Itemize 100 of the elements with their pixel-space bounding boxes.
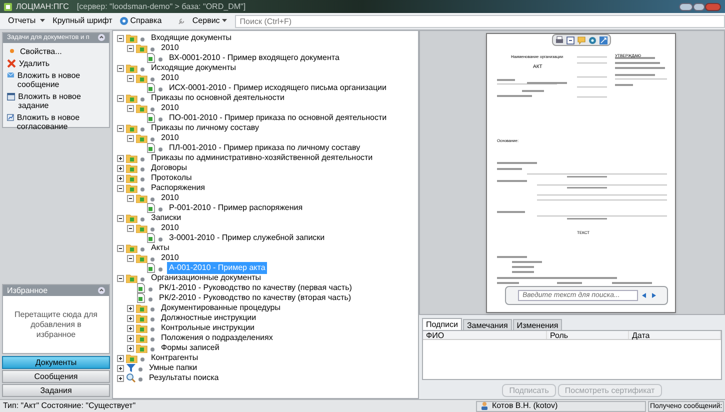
- print-icon[interactable]: [555, 36, 564, 44]
- document-icon: [146, 113, 156, 123]
- expand-icon[interactable]: [599, 36, 608, 44]
- expander-icon[interactable]: [116, 274, 124, 282]
- tree-item[interactable]: Положения о подразделениях: [159, 332, 275, 344]
- tree-item[interactable]: Исходящие документы: [149, 62, 238, 74]
- maximize-button[interactable]: [693, 2, 705, 10]
- expander-icon[interactable]: [116, 124, 124, 132]
- navigation-button[interactable]: Сообщения: [2, 370, 110, 383]
- tree-item[interactable]: Приказы по административно-хозяйственной деятельности: [149, 152, 375, 164]
- task-link[interactable]: Вложить в новое задание: [18, 92, 105, 110]
- folder-icon: [126, 274, 138, 282]
- folder-icon: [136, 254, 148, 262]
- expander-icon[interactable]: [116, 364, 124, 372]
- tree-item[interactable]: Распоряжения: [149, 182, 208, 194]
- expander-icon[interactable]: [116, 64, 124, 72]
- expander-icon[interactable]: [126, 254, 134, 262]
- tree-item[interactable]: 2010: [159, 102, 181, 114]
- magnifier-icon: [126, 373, 136, 383]
- tree-item[interactable]: Организационные документы: [149, 272, 264, 284]
- collapse-icon[interactable]: [98, 287, 105, 294]
- expander-icon[interactable]: [116, 374, 124, 382]
- tree-item[interactable]: ВХ-0001-2010 - Пример входящего документа: [167, 52, 342, 64]
- expander-icon[interactable]: [126, 224, 134, 232]
- tree-item[interactable]: Р-001-2010 - Пример распоряжения: [167, 202, 305, 214]
- expander-icon[interactable]: [126, 324, 134, 332]
- tree-item[interactable]: Контрагенты: [149, 352, 200, 364]
- folder-icon: [136, 314, 148, 322]
- expander-icon[interactable]: [126, 314, 134, 322]
- tree-item[interactable]: Акты: [149, 242, 172, 254]
- task-link[interactable]: Вложить в новое согласование: [16, 112, 105, 131]
- previous-icon[interactable]: [642, 293, 646, 298]
- search-field[interactable]: Поиск (Ctrl+F): [234, 14, 725, 28]
- tree-item[interactable]: Документированные процедуры: [159, 302, 282, 314]
- tab[interactable]: Изменения: [512, 319, 562, 330]
- tree-item[interactable]: З-0001-2010 - Пример служебной записки: [167, 232, 327, 244]
- tree-item[interactable]: Контрольные инструкции: [159, 322, 257, 334]
- expander-icon[interactable]: [126, 344, 134, 352]
- tree-item[interactable]: Формы записей: [159, 342, 222, 354]
- expander-icon[interactable]: [126, 104, 134, 112]
- expander-icon[interactable]: [116, 214, 124, 222]
- tree-item[interactable]: Умные папки: [147, 362, 200, 374]
- expander-icon[interactable]: [126, 194, 134, 202]
- expander-icon[interactable]: [126, 44, 134, 52]
- tree-item[interactable]: ИСХ-0001-2010 - Пример исходящего письма организации: [167, 82, 388, 94]
- expander-icon[interactable]: [116, 94, 124, 102]
- tree-item[interactable]: РК/2-2010 - Руководство по качеству (вторая часть): [157, 292, 354, 304]
- tree-item[interactable]: 2010: [159, 132, 181, 144]
- tree-item[interactable]: 2010: [159, 252, 181, 264]
- tree-item[interactable]: 2010: [159, 72, 181, 84]
- next-icon[interactable]: [650, 293, 656, 298]
- expander-icon[interactable]: [116, 34, 124, 42]
- folder-icon: [136, 324, 148, 332]
- tree-item[interactable]: Протоколы: [149, 172, 194, 184]
- expander-icon[interactable]: [116, 164, 124, 172]
- column-header[interactable]: Роль: [547, 331, 629, 339]
- task-link[interactable]: Удалить: [19, 58, 50, 68]
- column-header[interactable]: Дата: [629, 331, 721, 339]
- tab[interactable]: Подписи: [422, 318, 462, 330]
- tree-item[interactable]: Должностные инструкции: [159, 312, 258, 324]
- folder-icon: [136, 194, 148, 202]
- expander-icon[interactable]: [126, 74, 134, 82]
- envelope-icon: [7, 70, 14, 79]
- expander-icon[interactable]: [126, 334, 134, 342]
- tree-item[interactable]: 2010: [159, 192, 181, 204]
- expander-icon[interactable]: [116, 174, 124, 182]
- expander-icon[interactable]: [116, 244, 124, 252]
- tree-item[interactable]: 2010: [159, 222, 181, 234]
- tree-item[interactable]: 2010: [159, 42, 181, 54]
- expander-icon[interactable]: [126, 304, 134, 312]
- menu-item[interactable]: Справка: [120, 15, 162, 27]
- task-link[interactable]: Свойства...: [20, 46, 62, 56]
- navigation-button[interactable]: Задания: [2, 384, 110, 397]
- folder-icon: [126, 64, 138, 72]
- expander-icon[interactable]: [116, 354, 124, 362]
- tree-item[interactable]: Записки: [149, 212, 184, 224]
- tree-item[interactable]: Договоры: [149, 162, 189, 174]
- tree-item[interactable]: ПЛ-001-2010 - Пример приказа по личному составу: [167, 142, 362, 154]
- navigation-button[interactable]: Документы: [2, 356, 110, 369]
- expander-icon[interactable]: [116, 184, 124, 192]
- page-icon[interactable]: [566, 36, 575, 44]
- task-link[interactable]: Вложить в новое сообщение: [17, 70, 105, 89]
- minimize-button[interactable]: [679, 2, 693, 10]
- tree-item[interactable]: Приказы по личному составу: [149, 122, 261, 134]
- service-menu[interactable]: Сервис: [192, 15, 227, 27]
- tree-item[interactable]: РК/1-2010 - Руководство по качеству (первая часть): [157, 282, 354, 294]
- tree-item[interactable]: Результаты поиска: [147, 372, 221, 384]
- tab[interactable]: Замечания: [462, 319, 512, 330]
- document-icon: [146, 143, 156, 153]
- tree-item[interactable]: Приказы по основной деятельности: [149, 92, 287, 104]
- menu-item[interactable]: Отчеты: [8, 15, 45, 27]
- expander-icon[interactable]: [116, 154, 124, 162]
- folder-icon: [136, 224, 148, 232]
- column-header[interactable]: ФИО: [423, 331, 547, 339]
- tree-item[interactable]: ПО-001-2010 - Пример приказа по основной деятельности: [167, 112, 389, 124]
- collapse-icon[interactable]: [98, 34, 105, 42]
- delete-icon: [7, 58, 16, 68]
- tree-item[interactable]: Входящие документы: [149, 32, 234, 44]
- expander-icon[interactable]: [126, 134, 134, 142]
- menu-item[interactable]: Крупный шрифт: [52, 15, 112, 27]
